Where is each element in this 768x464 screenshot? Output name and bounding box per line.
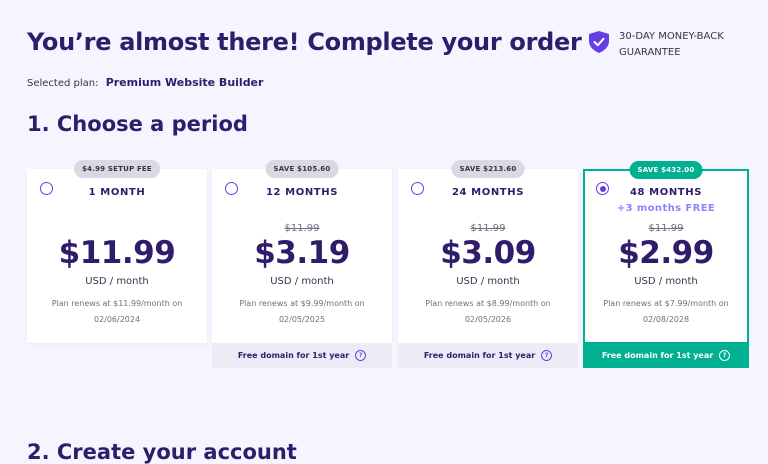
renewal-info: Plan renews at $11.99/month on 02/06/202… — [35, 296, 199, 328]
help-icon[interactable]: ? — [355, 350, 367, 361]
period-label: 12 MONTHS — [265, 187, 338, 198]
original-price: $11.99 — [284, 223, 320, 234]
savings-badge: SAVE $105.60 — [265, 160, 339, 178]
renewal-date: 02/06/2024 — [93, 315, 141, 324]
renewal-date: 02/05/2026 — [464, 315, 512, 324]
renewal-info: Plan renews at $8.99/month on 02/05/2026 — [406, 296, 570, 328]
renewal-info: Plan renews at $9.99/month on 02/05/2025 — [220, 296, 384, 328]
price-unit: USD / month — [634, 276, 698, 287]
price-unit: USD / month — [456, 276, 520, 287]
help-icon[interactable]: ? — [541, 350, 553, 361]
help-icon[interactable]: ? — [719, 349, 731, 361]
renewal-text: Plan renews at $7.99/month on — [603, 299, 729, 308]
period-label: 1 MONTH — [88, 187, 146, 198]
free-domain-bar: Free domain for 1st year ? — [583, 342, 749, 368]
savings-badge: SAVE $213.60 — [451, 160, 525, 178]
page-title: You’re almost there! Complete your order — [27, 28, 582, 56]
renewal-text: Plan renews at $8.99/month on — [425, 299, 551, 308]
price: $11.99 — [58, 235, 176, 271]
money-back-guarantee: 30-DAY MONEY-BACK GUARANTEE — [589, 29, 759, 61]
price: $2.99 — [618, 235, 714, 271]
section-title-account: 2. Create your account — [27, 440, 297, 464]
selected-plan-name: Premium Website Builder — [105, 76, 264, 89]
guarantee-text: 30-DAY MONEY-BACK GUARANTEE — [619, 31, 724, 58]
price-unit: USD / month — [270, 276, 334, 287]
free-domain-text: Free domain for 1st year — [423, 351, 536, 360]
original-price: $11.99 — [648, 223, 684, 234]
renewal-text: Plan renews at $9.99/month on — [239, 299, 365, 308]
section-title-period: 1. Choose a period — [27, 112, 248, 136]
renewal-date: 02/05/2025 — [278, 315, 326, 324]
period-label: 24 MONTHS — [451, 187, 524, 198]
price-unit: USD / month — [85, 276, 149, 287]
free-domain-bar: Free domain for 1st year ? — [212, 343, 392, 368]
period-card-24-months[interactable]: SAVE $213.60 24 MONTHS $11.99 $3.09 USD … — [398, 160, 578, 343]
free-domain-text: Free domain for 1st year — [601, 350, 714, 360]
selected-plan: Selected plan: Premium Website Builder — [27, 76, 263, 89]
renewal-text: Plan renews at $11.99/month on — [51, 299, 183, 308]
period-card-48-months[interactable]: SAVE $432.00 48 MONTHS +3 months FREE $1… — [583, 161, 749, 344]
selected-plan-label: Selected plan: — [27, 78, 99, 89]
price: $3.19 — [254, 235, 350, 271]
renewal-date: 02/08/2028 — [642, 315, 690, 324]
period-card-1-month[interactable]: $4.99 SETUP FEE 1 MONTH $11.99 USD / mon… — [27, 160, 207, 343]
free-domain-text: Free domain for 1st year — [237, 351, 350, 360]
renewal-info: Plan renews at $7.99/month on 02/08/2028 — [589, 296, 743, 328]
price: $3.09 — [440, 235, 536, 271]
shield-check-icon — [589, 31, 609, 53]
setup-fee-badge: $4.99 SETUP FEE — [74, 160, 160, 178]
bonus-months: +3 months FREE — [616, 203, 716, 214]
original-price: $11.99 — [470, 223, 506, 234]
period-card-12-months[interactable]: SAVE $105.60 12 MONTHS $11.99 $3.19 USD … — [212, 160, 392, 343]
period-label: 48 MONTHS — [629, 187, 702, 198]
free-domain-bar: Free domain for 1st year ? — [398, 343, 578, 368]
savings-badge: SAVE $432.00 — [629, 161, 703, 179]
